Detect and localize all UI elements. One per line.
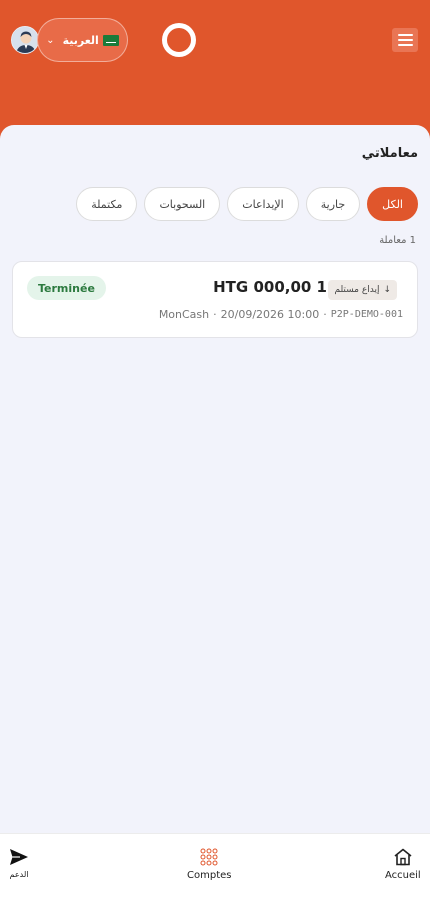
status-badge: Terminée bbox=[27, 276, 106, 300]
nav-accounts-label: Comptes bbox=[187, 870, 232, 881]
grid-icon bbox=[200, 848, 218, 866]
tab-pending[interactable]: جارية bbox=[305, 187, 361, 221]
nav-accounts[interactable]: Comptes bbox=[187, 848, 231, 881]
tab-all[interactable]: الكل bbox=[367, 187, 418, 221]
transactions-panel: معاملاتي الكل جارية الإيداعات السحوبات م… bbox=[0, 125, 430, 833]
filter-tabs: الكل جارية الإيداعات السحوبات مكتملة bbox=[76, 187, 418, 221]
type-label: إيداع مستلم bbox=[334, 285, 380, 295]
tab-withdrawals[interactable]: السحوبات bbox=[144, 187, 221, 221]
transaction-method: MonCash bbox=[158, 308, 210, 321]
transaction-meta: MonCash · 20/09/2026 10:00 · P2P-DEMO-00… bbox=[159, 308, 403, 321]
nav-home-label: Accueil bbox=[385, 870, 421, 881]
transaction-amount: HTG 000,00 1 bbox=[213, 278, 327, 296]
language-label: العربية bbox=[62, 33, 99, 47]
language-selector[interactable]: ⌄ العربية bbox=[37, 18, 128, 62]
nav-support-label: الدعم bbox=[9, 870, 29, 879]
transaction-count: 1 معاملة bbox=[379, 235, 416, 246]
home-icon bbox=[394, 848, 412, 866]
transaction-card[interactable]: Terminée HTG 000,00 1 إيداع مستلم ↓ MonC… bbox=[12, 261, 418, 338]
nav-support[interactable]: الدعم bbox=[9, 848, 29, 879]
nav-home[interactable]: Accueil bbox=[385, 848, 421, 881]
meta-separator: · bbox=[213, 308, 217, 321]
bottom-navigation: الدعم Comptes Accueil bbox=[0, 833, 430, 900]
arrow-down-icon: ↓ bbox=[383, 285, 391, 295]
chevron-down-icon: ⌄ bbox=[46, 34, 55, 46]
page-title: معاملاتي bbox=[361, 146, 418, 161]
brand-logo-icon[interactable] bbox=[162, 23, 196, 57]
user-avatar-icon[interactable] bbox=[11, 26, 39, 54]
transaction-datetime: 20/09/2026 10:00 bbox=[220, 308, 320, 321]
tab-completed[interactable]: مكتملة bbox=[76, 187, 138, 221]
send-icon bbox=[10, 849, 28, 865]
transaction-reference: P2P-DEMO-001 bbox=[330, 309, 403, 320]
meta-separator: · bbox=[323, 308, 327, 321]
transaction-type-badge: إيداع مستلم ↓ bbox=[328, 280, 397, 300]
saudi-flag-icon bbox=[102, 34, 119, 46]
tab-deposits[interactable]: الإيداعات bbox=[227, 187, 299, 221]
hamburger-menu-icon[interactable] bbox=[392, 28, 418, 52]
